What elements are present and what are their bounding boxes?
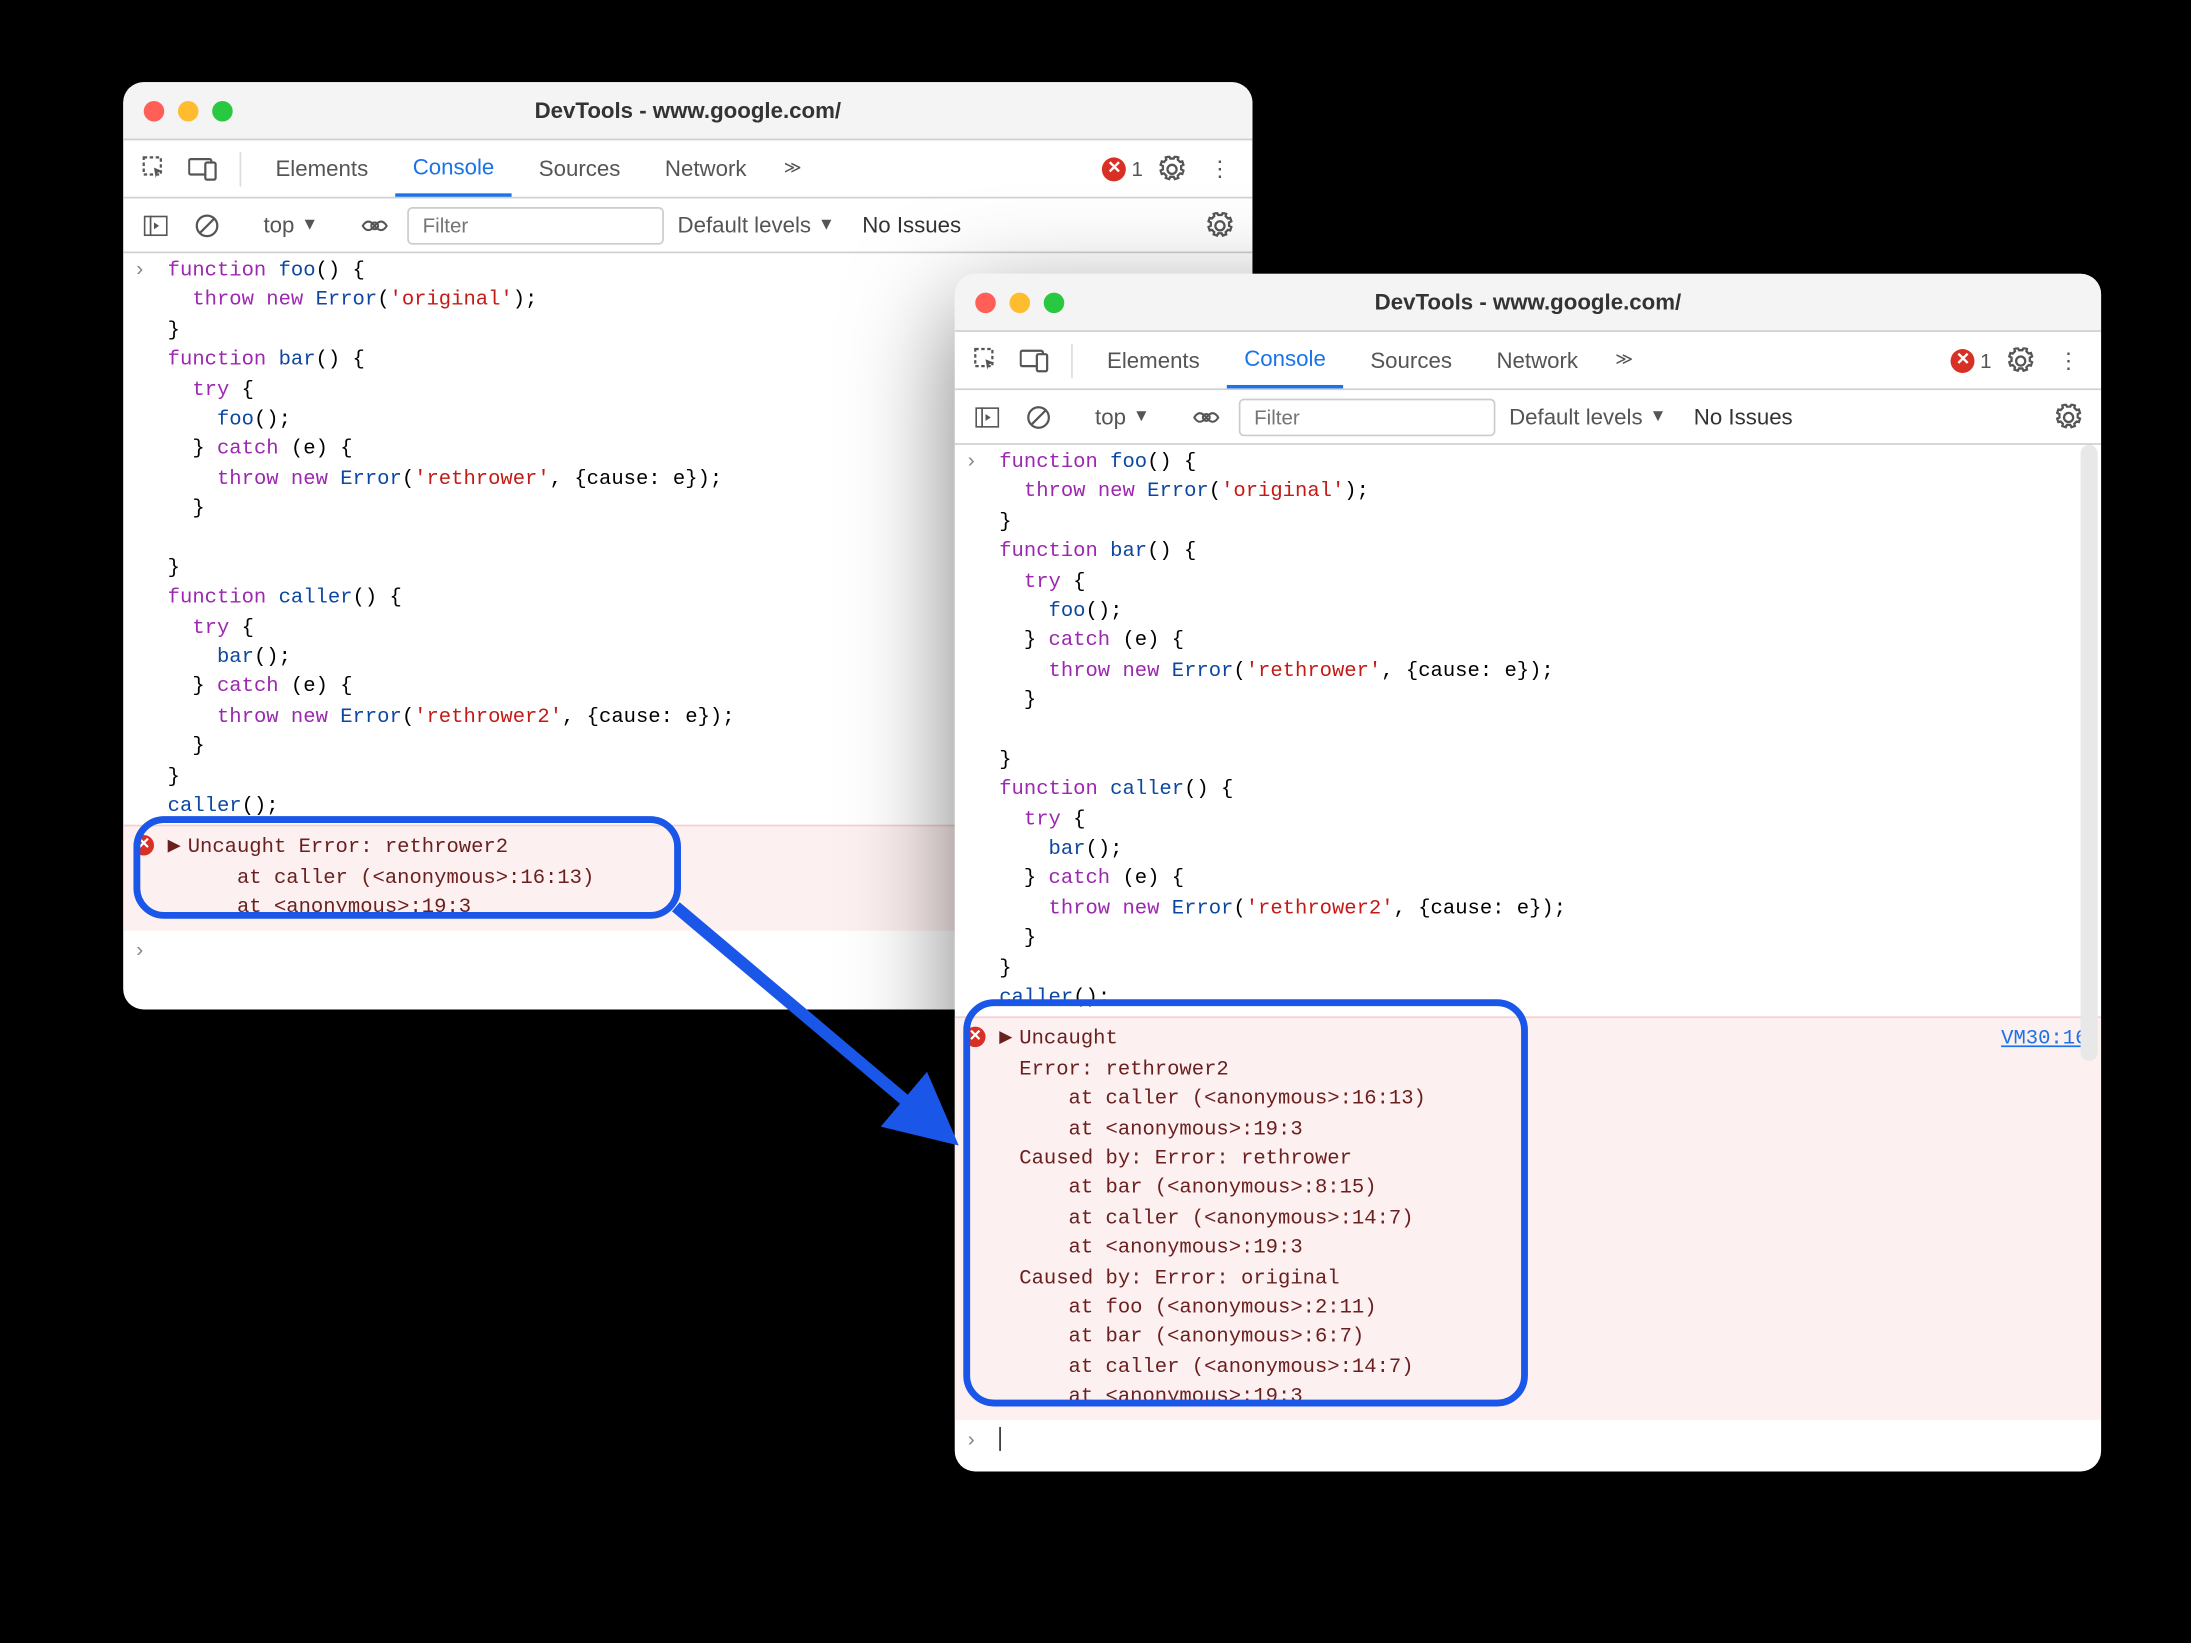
- sidebar-toggle-icon[interactable]: [137, 206, 175, 244]
- tab-elements[interactable]: Elements: [1090, 332, 1217, 388]
- input-chevron-icon: ›: [133, 257, 167, 822]
- code-snippet: function foo() { throw new Error('origin…: [999, 448, 2087, 1013]
- tab-sources[interactable]: Sources: [522, 140, 638, 196]
- error-message: Uncaught Error: rethrower2 at caller (<a…: [1019, 1026, 1426, 1413]
- error-count: 1: [1980, 348, 1991, 372]
- traffic-lights: [144, 100, 233, 121]
- chevron-down-icon: ▼: [1649, 407, 1666, 426]
- error-icon: ✕: [133, 836, 154, 857]
- titlebar[interactable]: DevTools - www.google.com/: [955, 274, 2101, 332]
- inspect-icon[interactable]: [137, 150, 175, 188]
- filter-input[interactable]: [407, 206, 664, 244]
- log-levels-selector[interactable]: Default levels ▼: [1509, 404, 1666, 430]
- minimize-icon[interactable]: [1009, 292, 1030, 313]
- traffic-lights: [975, 292, 1064, 313]
- kebab-menu-icon[interactable]: ⋮: [1201, 150, 1239, 188]
- levels-label: Default levels: [1509, 404, 1643, 430]
- console-toolbar: top ▼ Default levels ▼ No Issues: [123, 198, 1252, 253]
- clear-console-icon[interactable]: [1020, 398, 1058, 436]
- input-chevron-icon: ›: [133, 937, 167, 967]
- devtools-window-right: DevTools - www.google.com/ Elements Cons…: [955, 274, 2101, 1472]
- log-levels-selector[interactable]: Default levels ▼: [678, 212, 835, 238]
- titlebar[interactable]: DevTools - www.google.com/: [123, 82, 1252, 140]
- chevron-down-icon: ▼: [301, 216, 318, 235]
- clear-console-icon[interactable]: [188, 206, 226, 244]
- chevron-down-icon: ▼: [1133, 407, 1150, 426]
- live-expression-icon[interactable]: [1187, 398, 1225, 436]
- more-tabs-icon[interactable]: ≫: [1605, 341, 1643, 379]
- settings-icon[interactable]: [1153, 150, 1191, 188]
- input-chevron-icon: ›: [965, 448, 999, 1013]
- device-toolbar-icon[interactable]: [1016, 341, 1054, 379]
- context-label: top: [263, 212, 294, 238]
- tab-sources[interactable]: Sources: [1353, 332, 1469, 388]
- context-selector[interactable]: top ▼: [253, 209, 328, 242]
- error-message: Uncaught Error: rethrower2 at caller (<a…: [188, 834, 595, 923]
- console-settings-icon[interactable]: [2050, 398, 2088, 436]
- console-prompt[interactable]: ›: [955, 1419, 2101, 1462]
- console-body[interactable]: › function foo() { throw new Error('orig…: [955, 445, 2101, 1472]
- close-icon[interactable]: [144, 100, 165, 121]
- source-link[interactable]: VM30:16: [2001, 1026, 2087, 1056]
- panel-tabs: Elements Console Sources Network ≫ ✕ 1 ⋮: [955, 332, 2101, 390]
- error-circle-icon: ✕: [1951, 348, 1975, 372]
- error-icon: ✕: [965, 1027, 986, 1048]
- error-badge[interactable]: ✕ 1: [1951, 348, 1992, 372]
- error-count: 1: [1132, 157, 1143, 181]
- chevron-down-icon: ▼: [818, 216, 835, 235]
- minimize-icon[interactable]: [178, 100, 199, 121]
- settings-icon[interactable]: [2002, 341, 2040, 379]
- context-selector[interactable]: top ▼: [1085, 400, 1160, 433]
- close-icon[interactable]: [975, 292, 996, 313]
- panel-tabs: Elements Console Sources Network ≫ ✕ 1 ⋮: [123, 140, 1252, 198]
- issues-link[interactable]: No Issues: [862, 212, 961, 238]
- console-toolbar: top ▼ Default levels ▼ No Issues: [955, 390, 2101, 445]
- input-chevron-icon: ›: [965, 1426, 999, 1456]
- maximize-icon[interactable]: [1044, 292, 1065, 313]
- levels-label: Default levels: [678, 212, 812, 238]
- kebab-menu-icon[interactable]: ⋮: [2050, 341, 2088, 379]
- error-badge[interactable]: ✕ 1: [1102, 157, 1143, 181]
- expand-triangle-icon[interactable]: ▶: [999, 1026, 1012, 1054]
- tab-console[interactable]: Console: [396, 140, 512, 196]
- filter-input[interactable]: [1239, 398, 1496, 436]
- tab-network[interactable]: Network: [1479, 332, 1595, 388]
- device-toolbar-icon[interactable]: [185, 150, 223, 188]
- error-circle-icon: ✕: [1102, 157, 1126, 181]
- window-title: DevTools - www.google.com/: [123, 98, 1252, 124]
- console-settings-icon[interactable]: [1201, 206, 1239, 244]
- tab-network[interactable]: Network: [648, 140, 764, 196]
- more-tabs-icon[interactable]: ≫: [774, 150, 812, 188]
- live-expression-icon[interactable]: [356, 206, 394, 244]
- console-error-row[interactable]: ✕ ▶ Uncaught Error: rethrower2 at caller…: [955, 1017, 2101, 1419]
- context-label: top: [1095, 404, 1126, 430]
- console-input-row: › function foo() { throw new Error('orig…: [955, 445, 2101, 1017]
- scrollbar[interactable]: [2081, 445, 2098, 1061]
- expand-triangle-icon[interactable]: ▶: [168, 834, 181, 862]
- window-title: DevTools - www.google.com/: [955, 289, 2101, 315]
- issues-link[interactable]: No Issues: [1694, 404, 1793, 430]
- maximize-icon[interactable]: [212, 100, 233, 121]
- inspect-icon[interactable]: [968, 341, 1006, 379]
- sidebar-toggle-icon[interactable]: [968, 398, 1006, 436]
- tab-elements[interactable]: Elements: [258, 140, 385, 196]
- tab-console[interactable]: Console: [1227, 332, 1343, 388]
